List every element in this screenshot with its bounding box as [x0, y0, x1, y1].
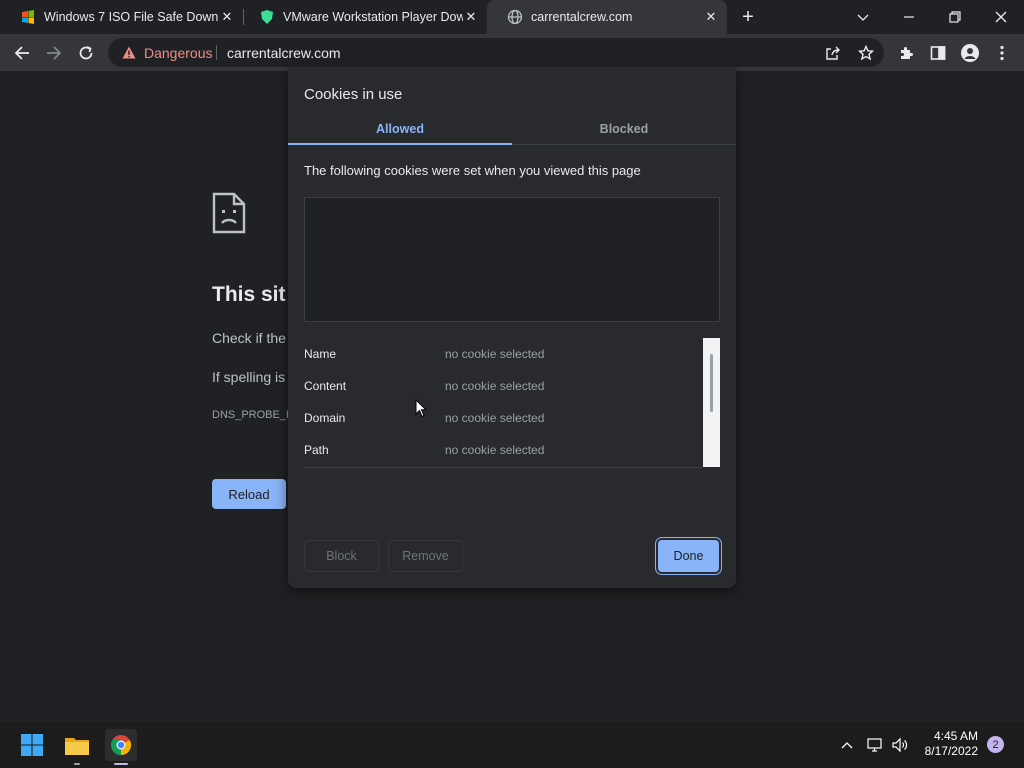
- detail-row-domain: Domain no cookie selected: [304, 411, 704, 427]
- done-button[interactable]: Done: [658, 540, 719, 572]
- tab-blocked[interactable]: Blocked: [512, 114, 736, 144]
- tab-strip: Windows 7 ISO File Safe Download ✕ VMwar…: [0, 0, 1024, 34]
- cookies-dialog: Cookies in use Allowed Blocked The follo…: [288, 68, 736, 588]
- url-text[interactable]: carrentalcrew.com: [227, 38, 341, 67]
- detail-key: Content: [304, 379, 347, 393]
- detail-value: no cookie selected: [445, 347, 545, 361]
- reload-button[interactable]: Reload: [212, 479, 286, 509]
- details-divider: [304, 467, 702, 468]
- show-hidden-icons-chevron-icon[interactable]: [840, 738, 854, 752]
- close-tab-icon[interactable]: ✕: [463, 9, 479, 25]
- close-tab-icon[interactable]: ✕: [219, 9, 235, 25]
- error-code: DNS_PROBE_F: [212, 409, 293, 421]
- network-icon[interactable]: [866, 736, 884, 754]
- tab-carrentalcrew[interactable]: carrentalcrew.com ✕: [487, 0, 727, 34]
- restore-button[interactable]: [932, 0, 978, 34]
- chrome-running-indicator: [114, 763, 128, 765]
- minimize-button[interactable]: [886, 0, 932, 34]
- security-indicator[interactable]: Dangerous: [122, 38, 213, 67]
- windows-iso-favicon-icon: [20, 9, 36, 25]
- tab-title: Windows 7 ISO File Safe Download: [44, 10, 219, 24]
- block-button[interactable]: Block: [304, 540, 379, 572]
- profile-avatar-icon[interactable]: [959, 42, 981, 64]
- error-hint-1: Check if the: [212, 330, 286, 346]
- detail-key: Name: [304, 347, 337, 361]
- security-label: Dangerous: [144, 44, 213, 61]
- start-button[interactable]: [16, 729, 48, 761]
- bookmark-star-icon[interactable]: [855, 42, 877, 64]
- side-panel-icon[interactable]: [927, 42, 949, 64]
- dialog-title: Cookies in use: [304, 86, 403, 103]
- tab-allowed[interactable]: Allowed: [288, 114, 512, 144]
- remove-button[interactable]: Remove: [388, 540, 463, 572]
- file-explorer-icon[interactable]: [61, 729, 93, 761]
- detail-key: Path: [304, 443, 329, 457]
- detail-row-content: Content no cookie selected: [304, 379, 704, 395]
- volume-icon[interactable]: [891, 736, 909, 754]
- kebab-menu-icon[interactable]: [991, 42, 1013, 64]
- notification-badge[interactable]: 2: [987, 736, 1004, 753]
- share-icon[interactable]: [822, 42, 844, 64]
- vmware-favicon-icon: [259, 9, 275, 25]
- detail-row-path: Path no cookie selected: [304, 443, 704, 459]
- address-bar[interactable]: Dangerous carrentalcrew.com: [108, 38, 884, 67]
- windows-taskbar: 4:45 AM 8/17/2022 2: [0, 722, 1024, 768]
- tab-vmware[interactable]: VMware Workstation Player Download ✕: [239, 0, 487, 34]
- forward-arrow-icon[interactable]: [43, 42, 65, 64]
- tab-search-chevron-icon[interactable]: [840, 0, 886, 34]
- tab-windows-iso[interactable]: Windows 7 ISO File Safe Download ✕: [0, 0, 243, 34]
- detail-value: no cookie selected: [445, 411, 545, 425]
- error-title: This sit: [212, 283, 286, 306]
- detail-key: Domain: [304, 411, 346, 425]
- scrollbar-thumb[interactable]: [710, 354, 713, 412]
- tab-title: VMware Workstation Player Download: [283, 10, 463, 24]
- reload-icon[interactable]: [75, 42, 97, 64]
- globe-icon: [507, 9, 523, 25]
- detail-value: no cookie selected: [445, 379, 545, 393]
- clock-date: 8/17/2022: [924, 744, 978, 758]
- browser-toolbar: Dangerous carrentalcrew.com: [0, 34, 1024, 71]
- omnibox-divider: [216, 45, 217, 60]
- tab-title: carrentalcrew.com: [531, 10, 633, 24]
- cookie-details: Name no cookie selected Content no cooki…: [304, 338, 704, 467]
- extensions-puzzle-icon[interactable]: [895, 42, 917, 64]
- detail-row-name: Name no cookie selected: [304, 347, 704, 363]
- active-tab-indicator: [288, 143, 512, 145]
- warning-triangle-icon: [122, 46, 136, 59]
- cookie-tree[interactable]: [304, 197, 720, 322]
- details-scrollbar[interactable]: [703, 338, 720, 467]
- close-window-button[interactable]: [978, 0, 1024, 34]
- close-tab-icon[interactable]: ✕: [703, 9, 719, 25]
- cookies-description: The following cookies were set when you …: [304, 163, 641, 178]
- clock-time: 4:45 AM: [933, 729, 978, 743]
- error-hint-2: If spelling is: [212, 369, 286, 385]
- explorer-running-indicator: [74, 763, 80, 765]
- sad-page-icon: [212, 192, 246, 239]
- back-arrow-icon[interactable]: [11, 42, 33, 64]
- new-tab-button[interactable]: +: [738, 7, 758, 27]
- system-clock[interactable]: 4:45 AM 8/17/2022: [918, 729, 978, 759]
- chrome-taskbar-icon[interactable]: [105, 729, 137, 761]
- mouse-cursor-icon: [415, 398, 428, 423]
- detail-value: no cookie selected: [445, 443, 545, 457]
